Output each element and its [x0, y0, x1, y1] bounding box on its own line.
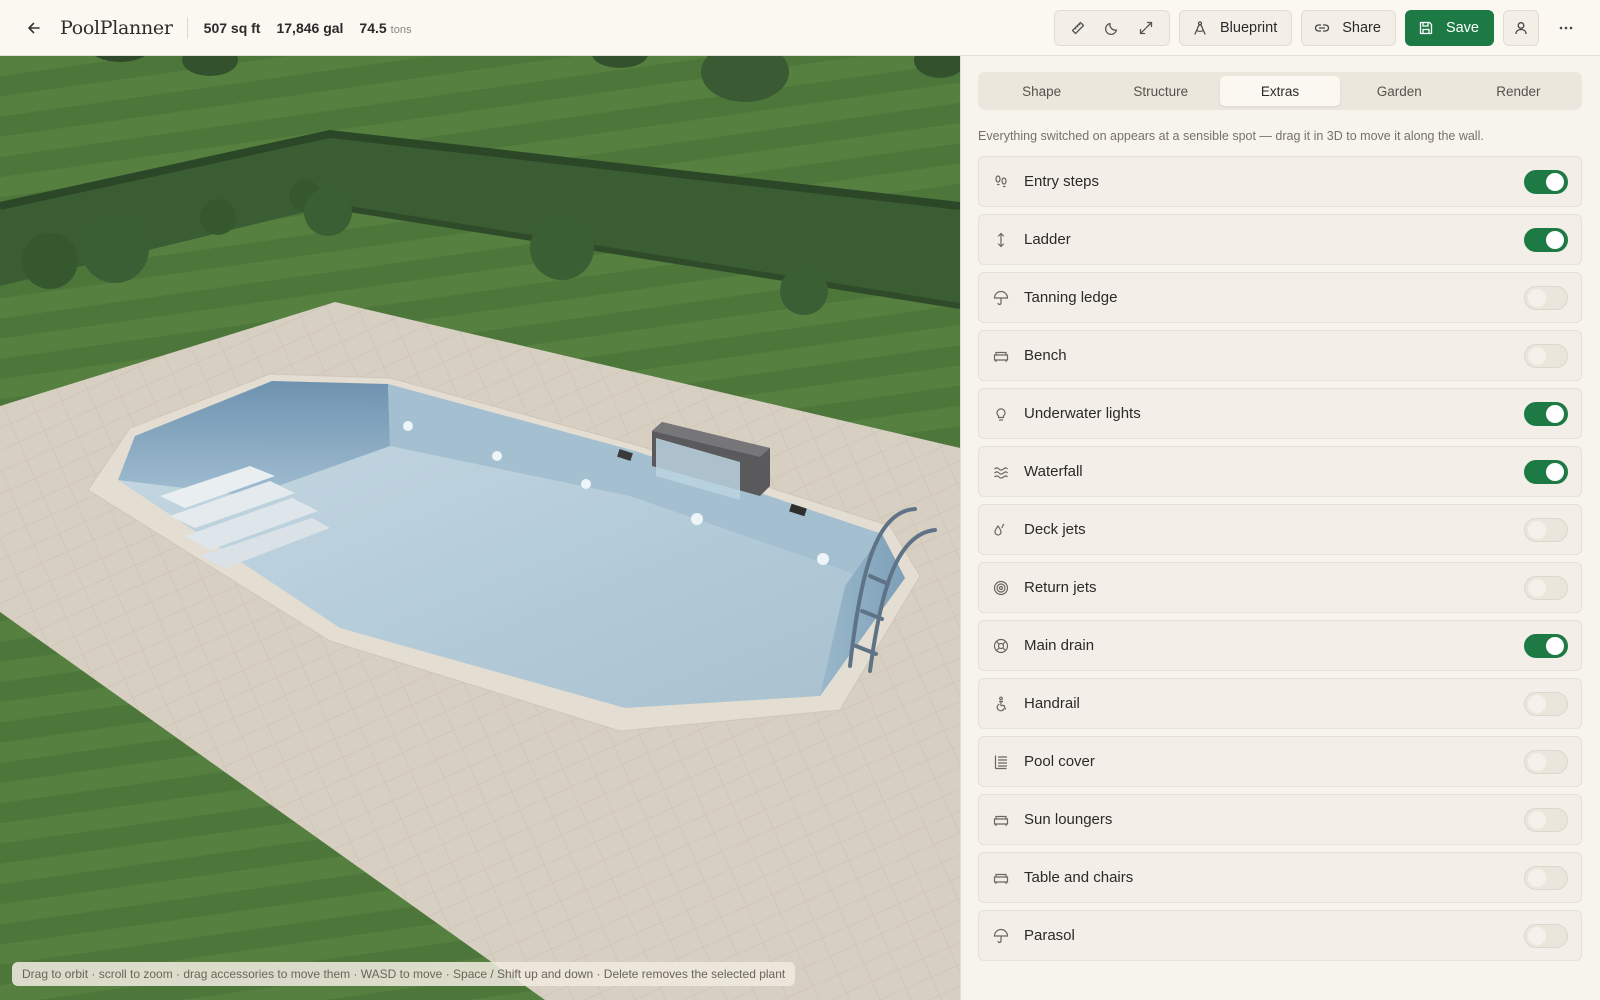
extra-label: Entry steps — [1024, 173, 1100, 190]
3d-viewport[interactable]: Drag to orbit · scroll to zoom · drag ac… — [0, 56, 960, 1000]
pool-area-stat: 507 sq ft — [203, 19, 261, 36]
extra-row-underwater-lights[interactable]: Underwater lights — [978, 388, 1582, 439]
extra-toggle[interactable] — [1524, 343, 1568, 368]
extra-row-pool-cover[interactable]: Pool cover — [978, 736, 1582, 787]
extra-label: Deck jets — [1024, 521, 1086, 538]
top-bar: PoolPlanner 507 sq ft 17,846 gal 74.5 ton… — [0, 0, 1600, 56]
target-icon — [992, 579, 1010, 597]
extras-description: Everything switched on appears at a sens… — [978, 129, 1484, 143]
pool-volume-stat: 17,846 gal — [276, 19, 344, 36]
controls-hint: Drag to orbit · scroll to zoom · drag ac… — [12, 962, 796, 986]
extra-label: Pool cover — [1024, 753, 1095, 770]
extra-toggle[interactable] — [1524, 865, 1568, 890]
extra-row-sun-loungers[interactable]: Sun loungers — [978, 794, 1582, 845]
waves-icon — [992, 463, 1010, 481]
blueprint-label: Blueprint — [1220, 20, 1278, 36]
save-label: Save — [1445, 20, 1479, 36]
extra-label: Parasol — [1024, 927, 1075, 944]
vertical-arrows-icon — [992, 231, 1010, 249]
side-panel: Shape Structure Extras Garden Render Eve… — [960, 56, 1600, 1000]
more-horizontal-icon — [1559, 26, 1573, 30]
footsteps-icon — [992, 173, 1010, 191]
extra-toggle[interactable] — [1524, 749, 1568, 774]
droplets-icon — [992, 521, 1010, 539]
extra-toggle[interactable] — [1524, 227, 1568, 252]
share-button[interactable]: Share — [1301, 10, 1396, 46]
measure-button[interactable] — [1061, 11, 1095, 45]
account-button[interactable] — [1503, 10, 1539, 46]
more-menu-button[interactable] — [1552, 10, 1580, 46]
extra-row-waterfall[interactable]: Waterfall — [978, 446, 1582, 497]
extra-label: Table and chairs — [1024, 869, 1134, 886]
extra-row-return-jets[interactable]: Return jets — [978, 562, 1582, 613]
extra-label: Tanning ledge — [1024, 289, 1118, 306]
tab-garden[interactable]: Garden — [1340, 76, 1459, 106]
night-mode-button[interactable] — [1095, 11, 1129, 45]
tab-shape[interactable]: Shape — [982, 76, 1101, 106]
drain-icon — [992, 637, 1010, 655]
extra-row-ladder[interactable]: Ladder — [978, 214, 1582, 265]
extra-toggle[interactable] — [1524, 401, 1568, 426]
parasol-icon — [992, 927, 1010, 945]
extra-label: Return jets — [1024, 579, 1097, 596]
tab-structure[interactable]: Structure — [1101, 76, 1220, 106]
share-label: Share — [1342, 20, 1381, 36]
save-button[interactable]: Save — [1404, 10, 1494, 46]
tab-render[interactable]: Render — [1459, 76, 1578, 106]
lightbulb-icon — [992, 405, 1010, 423]
weight-unit: tons — [390, 23, 412, 36]
extra-row-tanning-ledge[interactable]: Tanning ledge — [978, 272, 1582, 323]
link-icon — [1315, 24, 1330, 32]
extra-row-main-drain[interactable]: Main drain — [978, 620, 1582, 671]
extra-row-deck-jets[interactable]: Deck jets — [978, 504, 1582, 555]
extra-row-entry-steps[interactable]: Entry steps — [978, 156, 1582, 207]
expand-icon — [1139, 21, 1153, 35]
back-button[interactable] — [20, 14, 48, 42]
floppy-icon — [1419, 21, 1433, 35]
umbrella-icon — [992, 289, 1010, 307]
extra-label: Handrail — [1024, 695, 1080, 712]
extra-toggle[interactable] — [1524, 285, 1568, 310]
extra-toggle[interactable] — [1524, 459, 1568, 484]
extra-toggle[interactable] — [1524, 807, 1568, 832]
extra-label: Ladder — [1024, 231, 1071, 248]
extra-row-handrail[interactable]: Handrail — [978, 678, 1582, 729]
extra-label: Waterfall — [1024, 463, 1083, 480]
tab-extras[interactable]: Extras — [1220, 76, 1340, 106]
extra-row-parasol[interactable]: Parasol — [978, 910, 1582, 961]
accessibility-icon — [992, 695, 1010, 713]
extra-toggle[interactable] — [1524, 691, 1568, 716]
extra-label: Bench — [1024, 347, 1067, 364]
weight-value: 74.5 — [359, 19, 387, 36]
cover-icon — [992, 753, 1010, 771]
extra-label: Main drain — [1024, 637, 1095, 654]
arrow-left-icon — [28, 22, 40, 33]
moon-icon — [1104, 22, 1118, 36]
compass-icon — [1194, 21, 1206, 35]
extra-toggle[interactable] — [1524, 575, 1568, 600]
extra-label: Underwater lights — [1024, 405, 1141, 422]
toolbar: Blueprint Share Save — [1054, 0, 1600, 56]
fullscreen-button[interactable] — [1129, 11, 1163, 45]
blueprint-button[interactable]: Blueprint — [1179, 10, 1293, 46]
armchair-icon — [992, 869, 1010, 887]
extra-row-table-and-chairs[interactable]: Table and chairs — [978, 852, 1582, 903]
extra-toggle[interactable] — [1524, 923, 1568, 948]
extra-toggle[interactable] — [1524, 517, 1568, 542]
ruler-icon — [1071, 21, 1085, 35]
extra-toggle[interactable] — [1524, 633, 1568, 658]
extra-toggle[interactable] — [1524, 169, 1568, 194]
lounger-icon — [992, 811, 1010, 829]
pool-scene[interactable] — [0, 56, 960, 1000]
extra-row-bench[interactable]: Bench — [978, 330, 1582, 381]
user-icon — [1515, 22, 1527, 35]
extra-label: Sun loungers — [1024, 811, 1113, 828]
panel-tabs: Shape Structure Extras Garden Render — [978, 72, 1582, 110]
extras-list: Entry steps Ladder Tanning ledge Bench U… — [978, 156, 1582, 968]
pool-weight-stat: 74.5 tons — [359, 20, 411, 36]
app-name: PoolPlanner — [60, 16, 188, 39]
view-tools — [1054, 10, 1170, 46]
sofa-icon — [992, 347, 1010, 365]
